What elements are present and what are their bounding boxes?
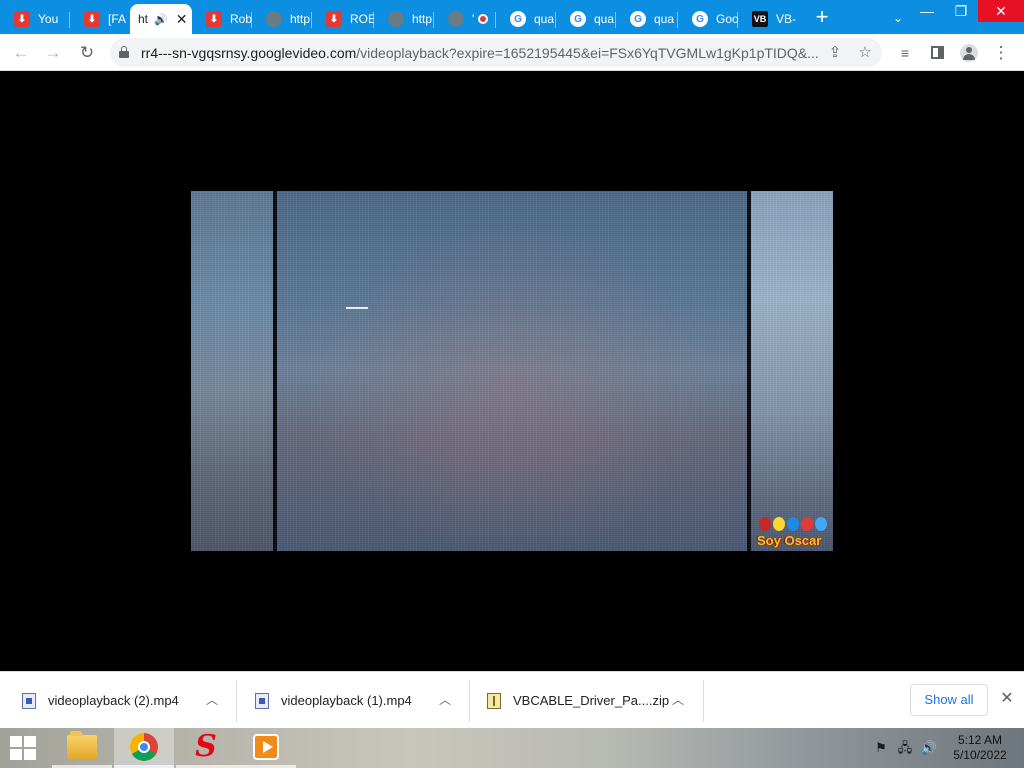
tab-title: You: [38, 12, 59, 26]
media-player-icon[interactable]: [236, 728, 296, 768]
tab-title: [FA: [108, 12, 127, 26]
window-close-icon[interactable]: ✕: [978, 0, 1024, 22]
tab-active-video[interactable]: ht 🔊 ✕: [130, 4, 192, 34]
tab-title: qua: [534, 12, 555, 26]
download-item[interactable]: videoplayback (2).mp4 ︿: [22, 672, 236, 729]
download-icon: ⬇: [84, 11, 100, 27]
video-file-icon: [255, 692, 269, 709]
tab-title: qua: [654, 12, 675, 26]
download-icon: ⬇: [206, 11, 222, 27]
windows-start-icon[interactable]: [6, 734, 40, 762]
tab-strip: ⬇ You ⬇ [FA ht 🔊 ✕ ⬇ Rob http ⬇ ROE http…: [0, 0, 1024, 34]
tab-title: ROE: [350, 12, 374, 26]
close-tab-icon[interactable]: ✕: [176, 11, 188, 28]
download-filename: VBCABLE_Driver_Pa....zip: [513, 693, 670, 708]
recording-icon: [478, 14, 489, 24]
volume-icon[interactable]: 🔊: [920, 740, 938, 756]
download-icon: ⬇: [14, 11, 30, 27]
globe-icon: [388, 11, 404, 27]
taskbar-clock[interactable]: 5:12 AM 5/10/2022: [944, 733, 1016, 763]
google-icon: G: [630, 11, 646, 27]
media-control-icon[interactable]: ≡: [892, 40, 918, 66]
new-tab-button[interactable]: +: [808, 4, 836, 32]
back-arrow-icon[interactable]: ←: [8, 40, 34, 66]
tab-11[interactable]: G qua: [616, 4, 678, 34]
file-explorer-icon[interactable]: [52, 728, 112, 768]
chevron-up-icon[interactable]: ︿: [439, 694, 451, 706]
kebab-menu-icon[interactable]: ⋮: [988, 40, 1014, 66]
download-shelf: videoplayback (2).mp4 ︿ videoplayback (1…: [0, 671, 1024, 728]
tab-title: Rob: [230, 12, 252, 26]
video-file-icon: [22, 692, 36, 709]
chevron-up-icon[interactable]: ︿: [206, 694, 218, 706]
action-center-flag-icon[interactable]: ⚑: [872, 740, 890, 756]
address-bar[interactable]: rr4---sn-vgqsrnsy.googlevideo.com/videop…: [110, 38, 882, 67]
globe-icon: [448, 11, 464, 27]
minimize-icon[interactable]: —: [910, 0, 944, 22]
download-item[interactable]: videoplayback (1).mp4 ︿: [255, 672, 469, 729]
tab-12[interactable]: G Goo: [678, 4, 738, 34]
clock-date: 5/10/2022: [953, 748, 1007, 762]
chevron-up-icon[interactable]: ︿: [672, 694, 684, 706]
video-frame[interactable]: Soy Oscar: [191, 191, 833, 551]
download-item[interactable]: VBCABLE_Driver_Pa....zip ︿: [487, 672, 703, 729]
tab-2[interactable]: ⬇ [FA: [70, 4, 130, 34]
taskbar: S ⚑ 🖧 🔊 5:12 AM 5/10/2022: [0, 728, 1024, 768]
tab-10[interactable]: G qua: [556, 4, 616, 34]
url-path: /videoplayback?expire=1652195445&ei=FSx6…: [356, 45, 819, 61]
tab-13[interactable]: VB VB-: [738, 4, 800, 34]
tab-title: Goo: [716, 12, 738, 26]
speaker-icon[interactable]: 🔊: [154, 13, 168, 26]
tab-9[interactable]: G qua: [496, 4, 556, 34]
bookmark-star-icon[interactable]: ☆: [852, 40, 878, 66]
tab-8[interactable]: ': [434, 4, 496, 34]
s-app-icon[interactable]: S: [176, 728, 236, 768]
tab-4[interactable]: ⬇ Rob: [192, 4, 252, 34]
url-host: rr4---sn-vgqsrnsy.googlevideo.com: [141, 45, 357, 61]
download-icon: ⬇: [326, 11, 342, 27]
tab-search-chevron-icon[interactable]: ⌄: [886, 6, 910, 30]
forward-arrow-icon[interactable]: →: [40, 40, 66, 66]
profile-avatar-icon[interactable]: [956, 40, 982, 66]
browser-toolbar: ← → ↻ rr4---sn-vgqsrnsy.googlevideo.com/…: [0, 34, 1024, 71]
tab-title: ': [472, 12, 475, 26]
light-streak: [346, 307, 368, 309]
side-panel-icon[interactable]: [924, 40, 950, 66]
download-filename: videoplayback (2).mp4: [48, 693, 179, 708]
channel-watermark: Soy Oscar: [757, 533, 822, 548]
zip-file-icon: [487, 692, 501, 709]
url-text[interactable]: rr4---sn-vgqsrnsy.googlevideo.com/videop…: [141, 45, 821, 61]
lock-icon[interactable]: [119, 46, 129, 58]
tab-title: http: [290, 12, 311, 26]
tab-title: qua: [594, 12, 615, 26]
tab-6[interactable]: ⬇ ROE: [312, 4, 374, 34]
watermark-characters-icon: [759, 517, 829, 533]
download-filename: videoplayback (1).mp4: [281, 693, 412, 708]
google-icon: G: [570, 11, 586, 27]
video-viewport[interactable]: Soy Oscar: [0, 71, 1024, 671]
tab-title: VB-: [776, 12, 797, 26]
reload-icon[interactable]: ↻: [74, 40, 100, 66]
tab-title: ht: [138, 12, 149, 26]
tab-1[interactable]: ⬇ You: [0, 4, 70, 34]
network-icon[interactable]: 🖧: [896, 740, 914, 756]
show-all-button[interactable]: Show all: [910, 684, 988, 716]
tab-5[interactable]: http: [252, 4, 312, 34]
globe-icon: [266, 11, 282, 27]
chrome-icon[interactable]: [114, 728, 174, 768]
google-icon: G: [510, 11, 526, 27]
tab-7[interactable]: http: [374, 4, 434, 34]
vb-audio-icon: VB: [752, 11, 768, 27]
clock-time: 5:12 AM: [957, 733, 1003, 747]
close-shelf-icon[interactable]: ✕: [996, 688, 1018, 710]
share-icon[interactable]: ⇪: [822, 40, 848, 66]
restore-icon[interactable]: ❐: [944, 0, 978, 22]
tab-title: http: [412, 12, 433, 26]
google-icon: G: [692, 11, 708, 27]
